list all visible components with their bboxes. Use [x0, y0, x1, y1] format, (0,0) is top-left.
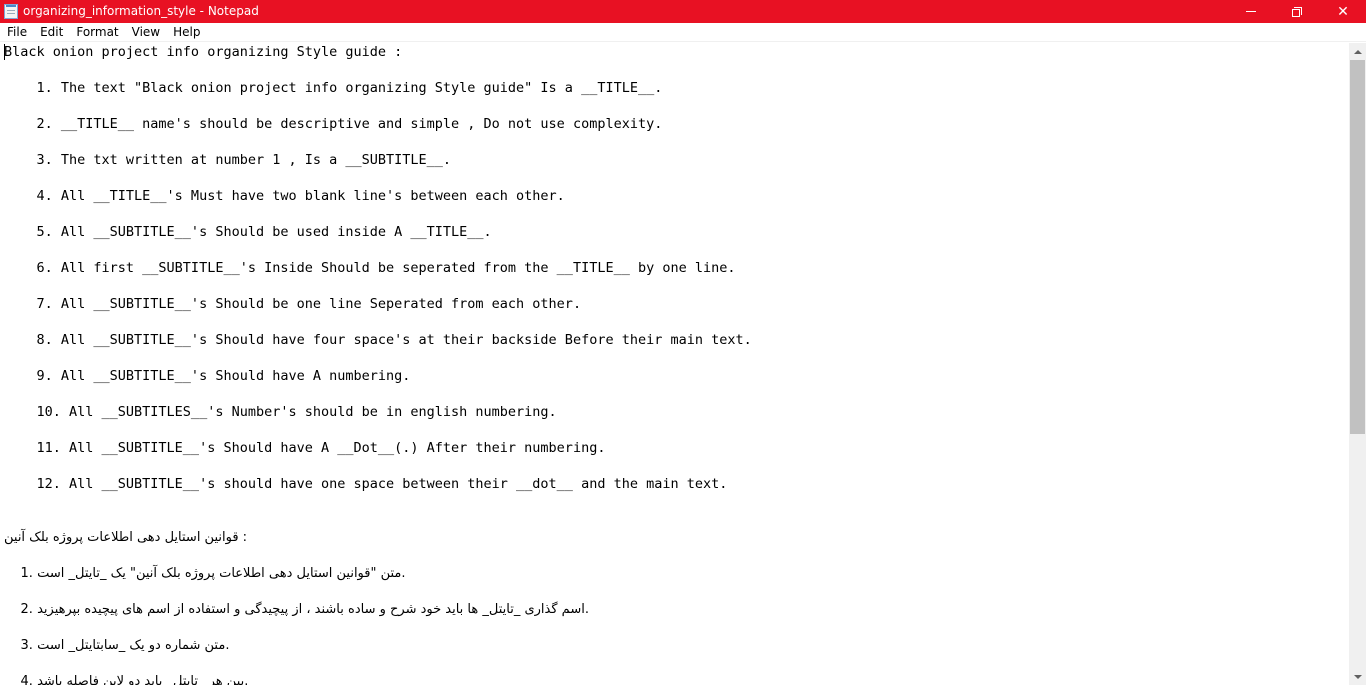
text-line: 9. All __SUBTITLE__'s Should have A numb… — [4, 368, 411, 384]
close-icon: ✕ — [1337, 3, 1349, 20]
text-line: Black onion project info organizing Styl… — [4, 44, 403, 60]
text-line: 6. All first __SUBTITLE__'s Inside Shoul… — [4, 260, 736, 276]
text-line — [4, 619, 752, 637]
text-line — [4, 547, 752, 565]
menu-help[interactable]: Help — [166, 23, 206, 41]
document-text[interactable]: Black onion project info organizing Styl… — [4, 43, 752, 685]
text-line — [4, 61, 752, 79]
text-line: 2. __TITLE__ name's should be descriptiv… — [4, 116, 663, 132]
scroll-up-button[interactable] — [1349, 43, 1366, 60]
text-line — [4, 457, 752, 475]
scroll-thumb[interactable] — [1350, 60, 1365, 434]
text-line: 1. متن "قوانین استایل دهی اطلاعات پروژه … — [4, 566, 406, 581]
text-line: 4. All __TITLE__'s Must have two blank l… — [4, 188, 565, 204]
text-line: 3. The txt written at number 1 , Is a __… — [4, 152, 452, 168]
vertical-scrollbar[interactable] — [1349, 43, 1366, 685]
arrow-up-icon — [1353, 49, 1362, 54]
text-line: 7. All __SUBTITLE__'s Should be one line… — [4, 296, 582, 312]
text-line — [4, 421, 752, 439]
text-line: 3. متن شماره دو یک _سابتایتل_ است. — [4, 638, 230, 653]
text-line — [4, 277, 752, 295]
restore-button[interactable] — [1274, 0, 1320, 23]
menu-file[interactable]: File — [0, 23, 33, 41]
text-line — [4, 385, 752, 403]
text-line: قوانین استایل دهی اطلاعات پروژه بلک آنین… — [4, 530, 248, 545]
text-line — [4, 97, 752, 115]
scroll-down-button[interactable] — [1349, 668, 1366, 685]
text-line: 1. The text "Black onion project info or… — [4, 80, 663, 96]
text-line: 5. All __SUBTITLE__'s Should be used ins… — [4, 224, 492, 240]
text-line — [4, 349, 752, 367]
text-line — [4, 655, 752, 673]
text-line: 11. All __SUBTITLE__'s Should have A __D… — [4, 440, 606, 456]
text-line — [4, 205, 752, 223]
window-title: organizing_information_style - Notepad — [23, 4, 259, 18]
menu-format[interactable]: Format — [69, 23, 124, 41]
text-line — [4, 241, 752, 259]
menu-bar: File Edit Format View Help — [0, 23, 1366, 42]
close-button[interactable]: ✕ — [1320, 0, 1366, 23]
text-line: 2. اسم گذاری _تایتل_ ها باید خود شرح و س… — [4, 602, 589, 617]
text-line: 8. All __SUBTITLE__'s Should have four s… — [4, 332, 752, 348]
text-line — [4, 133, 752, 151]
text-line — [4, 313, 752, 331]
text-line — [4, 583, 752, 601]
text-line — [4, 511, 752, 529]
menu-view[interactable]: View — [125, 23, 166, 41]
text-line — [4, 493, 752, 511]
notepad-icon[interactable] — [4, 4, 18, 19]
text-line: 10. All __SUBTITLES__'s Number's should … — [4, 404, 557, 420]
title-bar[interactable]: organizing_information_style - Notepad ✕ — [0, 0, 1366, 23]
text-line: 4. بین هر _تایتل_ باید دو لاین فاصله باش… — [4, 674, 249, 685]
text-line: 12. All __SUBTITLE__'s should have one s… — [4, 476, 728, 492]
restore-icon — [1292, 6, 1302, 17]
arrow-down-icon — [1353, 674, 1362, 679]
menu-edit[interactable]: Edit — [33, 23, 69, 41]
minimize-icon — [1246, 11, 1256, 12]
text-caret — [4, 44, 5, 60]
text-line — [4, 169, 752, 187]
minimize-button[interactable] — [1228, 0, 1274, 23]
text-editor[interactable]: Black onion project info organizing Styl… — [0, 43, 1349, 685]
